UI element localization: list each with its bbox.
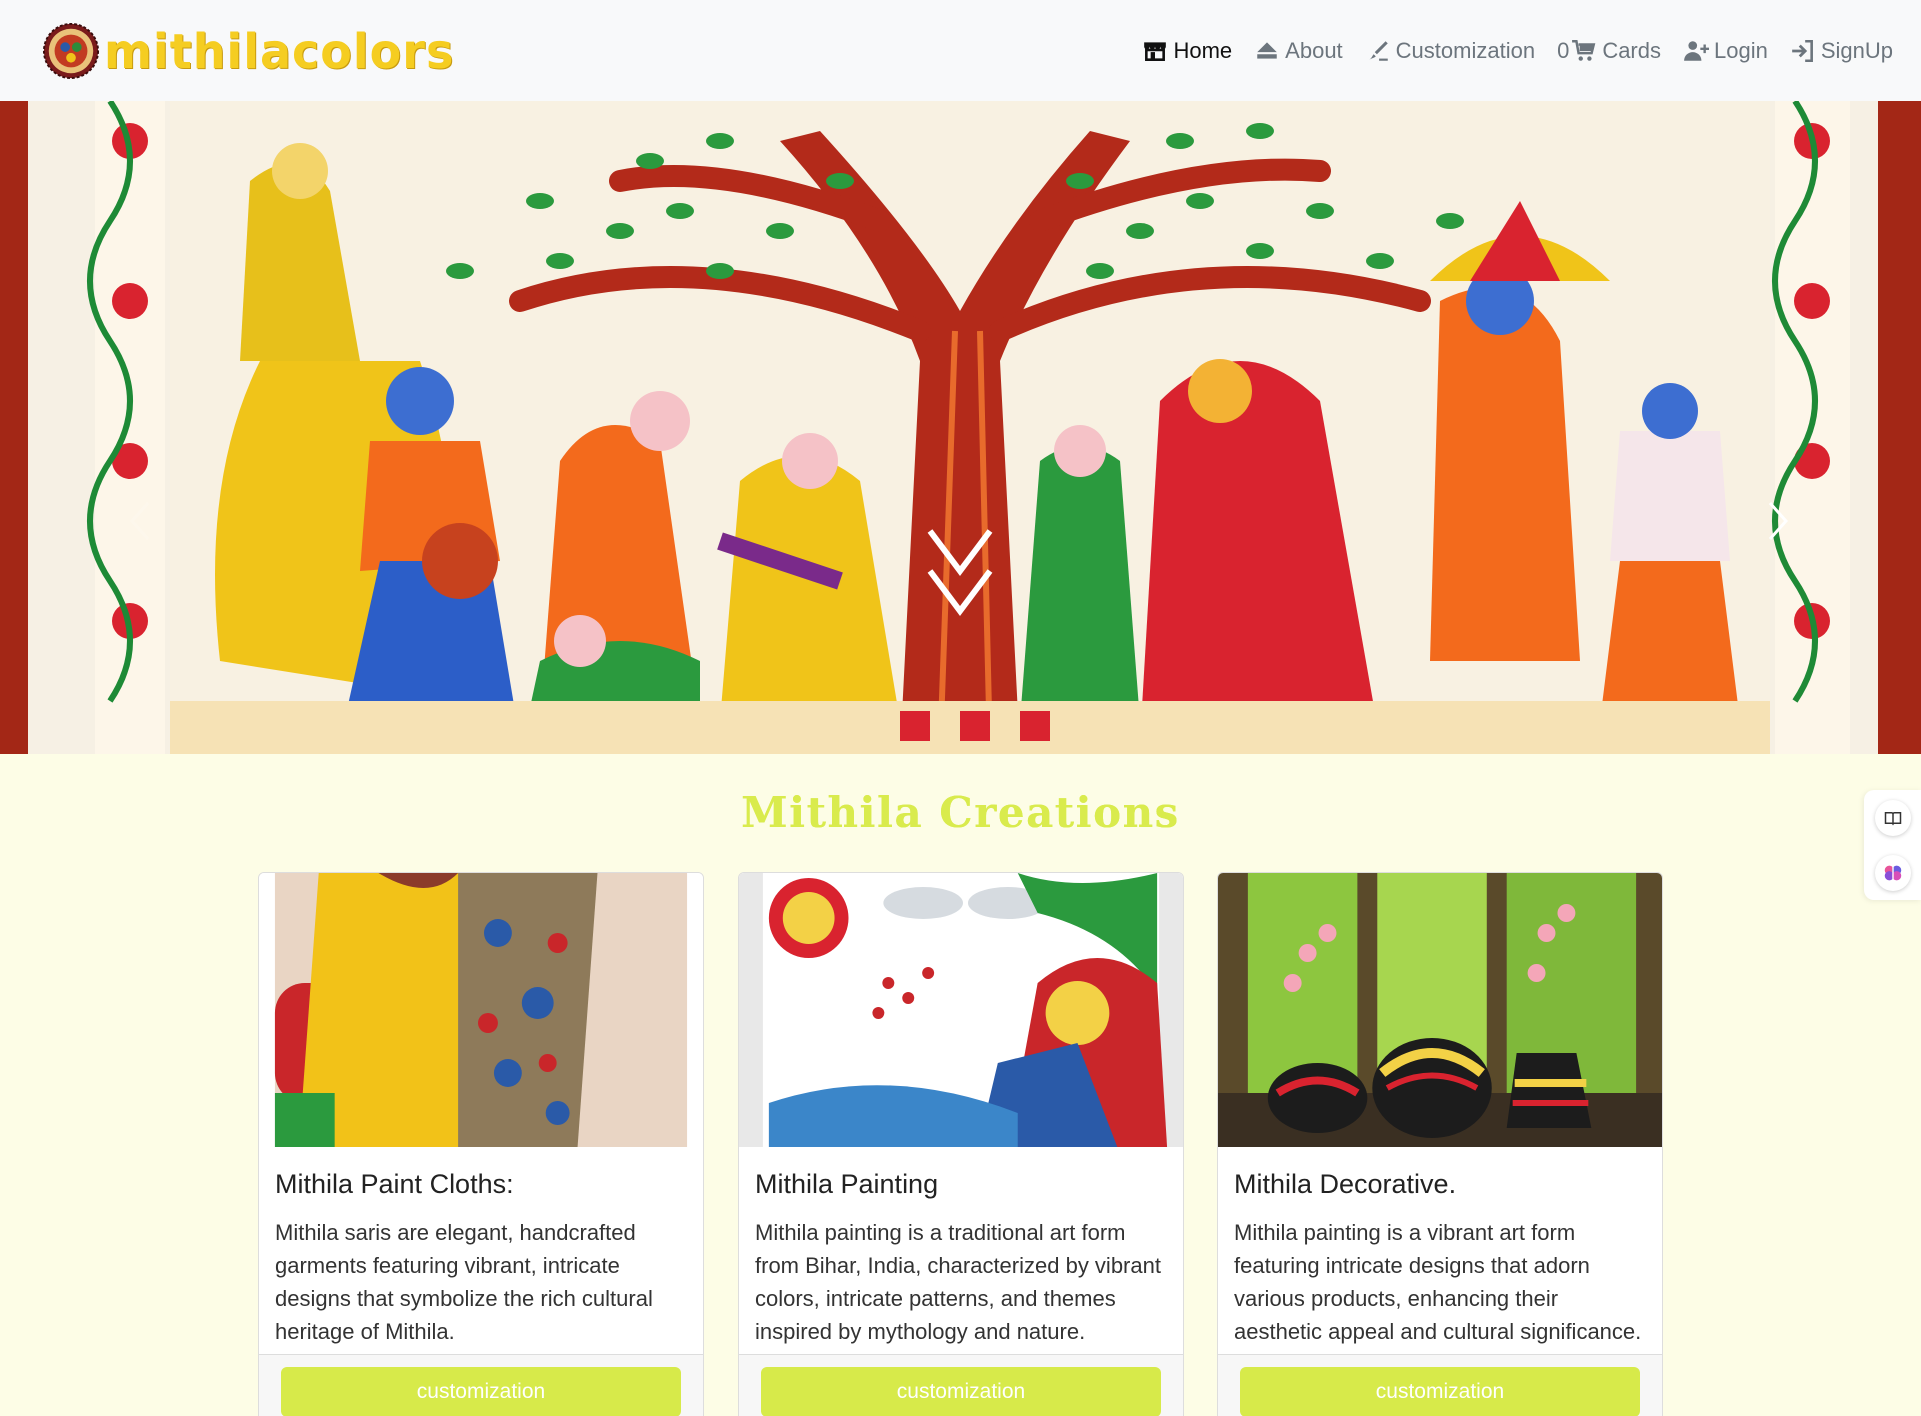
nav-customization-label: Customization (1395, 37, 1536, 63)
card-footer: customization (1218, 1354, 1662, 1416)
brand-link[interactable]: mithilacolors (42, 22, 454, 80)
nav-signup[interactable]: SignUp (1790, 38, 1893, 64)
sign-in-icon (1792, 39, 1813, 62)
card-text: Mithila painting is a traditional art fo… (755, 1220, 1161, 1344)
card-body: Mithila Decorative. Mithila painting is … (1218, 1147, 1662, 1348)
cart-icon (1572, 39, 1596, 61)
cart-count: 0 (1557, 37, 1570, 63)
card-body: Mithila Painting Mithila painting is a t… (739, 1147, 1183, 1348)
eject-icon (1257, 41, 1277, 59)
product-card-painting: Mithila Painting Mithila painting is a t… (738, 872, 1184, 1416)
card-title: Mithila Decorative. (1234, 1169, 1457, 1199)
ai-assistant-button[interactable] (1874, 854, 1911, 891)
card-body: Mithila Paint Cloths: Mithila saris are … (259, 1147, 703, 1348)
store-icon (1144, 41, 1167, 61)
card-text: Mithila saris are elegant, handcrafted g… (275, 1220, 653, 1344)
mithila-painting-image (739, 873, 1183, 1147)
madhubani-logo-icon (42, 22, 100, 79)
product-card-cloths: Mithila Paint Cloths: Mithila saris are … (258, 872, 704, 1416)
brain-icon (1884, 865, 1901, 880)
mithila-saree-image (259, 873, 703, 1147)
customization-button[interactable]: customization (1240, 1367, 1640, 1416)
brand-name: mithilacolors (104, 22, 455, 79)
customization-button[interactable]: customization (761, 1367, 1161, 1416)
carousel-prev-button[interactable] (120, 491, 160, 551)
card-title: Mithila Painting (755, 1169, 939, 1199)
section-title: Mithila Creations (741, 788, 1180, 837)
mithila-decorative-vases-image (1218, 873, 1662, 1147)
nav-menu: Home About Customization 0 Cards Login S… (1142, 38, 1893, 64)
nav-login[interactable]: Login (1683, 38, 1768, 64)
nav-cards-label: Cards (1602, 37, 1661, 63)
nav-signup-label: SignUp (1820, 37, 1893, 63)
nav-about-label: About (1285, 37, 1343, 63)
side-widget (1864, 790, 1921, 900)
card-footer: customization (739, 1354, 1183, 1416)
card-footer: customization (259, 1354, 703, 1416)
navbar: mithilacolors Home About Customization 0… (0, 0, 1921, 101)
book-icon (1884, 811, 1901, 826)
card-text: Mithila painting is a vibrant art form f… (1234, 1220, 1642, 1344)
customization-button[interactable]: customization (281, 1367, 681, 1416)
chevron-right-icon (1768, 502, 1789, 540)
reader-button[interactable] (1874, 799, 1911, 836)
card-title: Mithila Paint Cloths: (275, 1169, 514, 1199)
chevron-left-icon (129, 502, 150, 540)
user-plus-icon (1684, 40, 1709, 61)
nav-about[interactable]: About (1254, 38, 1343, 64)
nav-cards[interactable]: 0 Cards (1557, 38, 1661, 64)
nav-customization[interactable]: Customization (1365, 38, 1535, 64)
nav-home[interactable]: Home (1142, 38, 1232, 64)
carousel-next-button[interactable] (1758, 491, 1798, 551)
madhubani-painting-carousel-slide (0, 101, 1921, 754)
nav-home-label: Home (1173, 37, 1233, 63)
paint-brush-icon (1369, 40, 1388, 61)
hero-carousel (0, 101, 1921, 754)
product-card-decorative: Mithila Decorative. Mithila painting is … (1217, 872, 1663, 1416)
nav-login-label: Login (1714, 37, 1768, 63)
